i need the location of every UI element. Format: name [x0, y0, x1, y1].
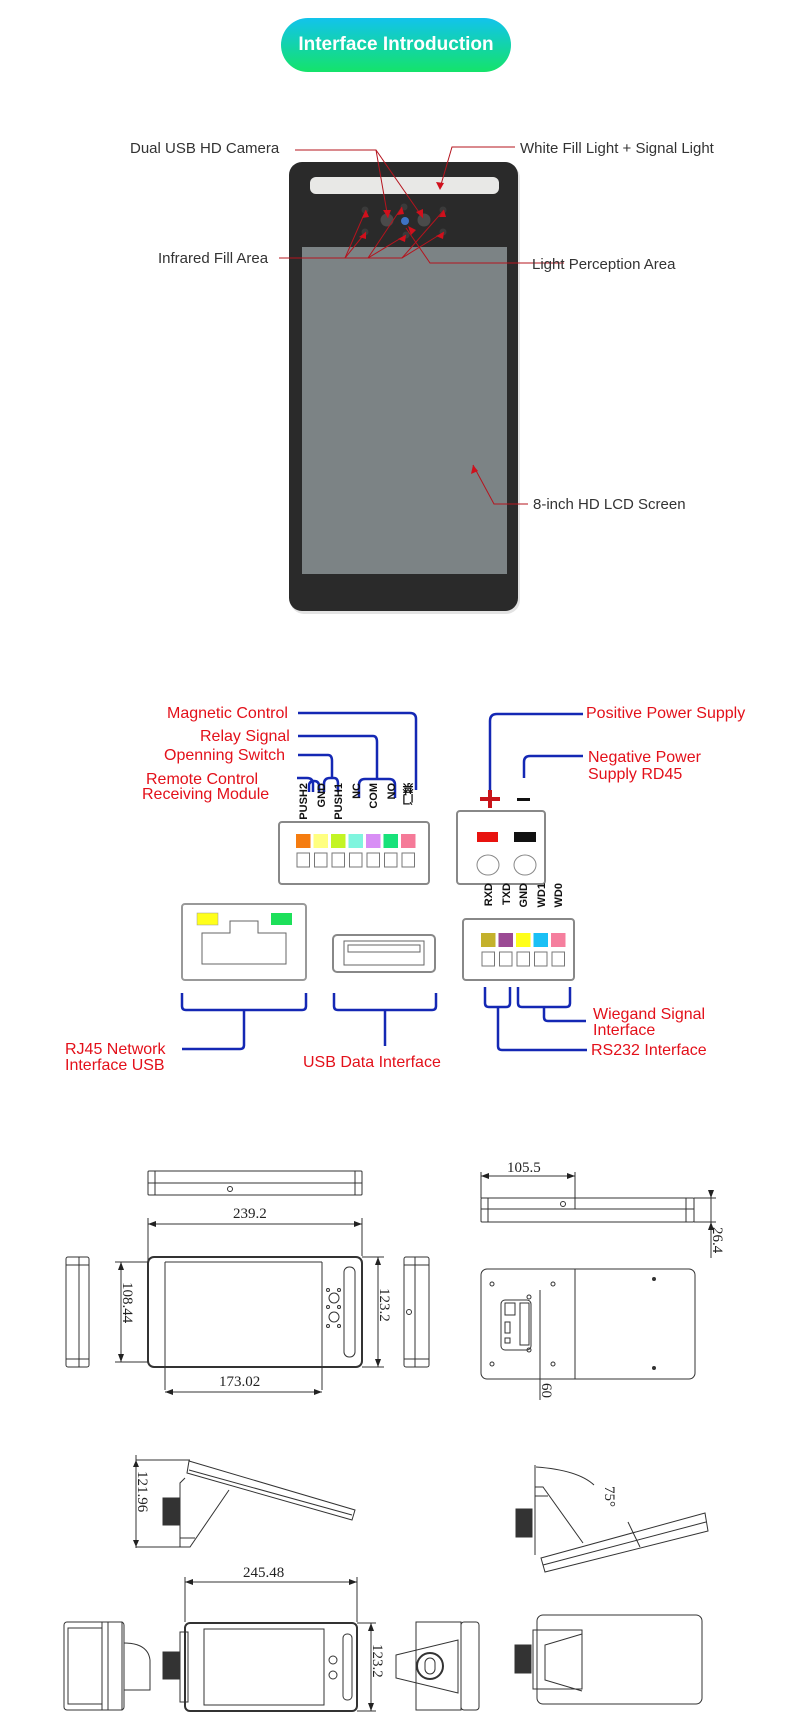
- positive-terminal-color: [477, 832, 498, 842]
- camera-right: [417, 213, 431, 227]
- dim-stand-height-front: 123.2: [369, 1644, 385, 1678]
- serial-terminal-pin-slot: [516, 951, 530, 967]
- serial-terminal-pin-slot: [551, 951, 565, 967]
- serial-terminal-pin-label: TXD: [500, 883, 513, 905]
- label-negative-power-1: Negative Power: [588, 749, 701, 766]
- label-opening-switch: Openning Switch: [164, 747, 285, 764]
- rj45-led-green: [271, 913, 292, 925]
- label-wiegand-1: Wiegand Signal: [593, 1006, 706, 1023]
- dim-depth: 26.4: [709, 1227, 725, 1254]
- dim-stand-height: 121.96: [134, 1471, 150, 1513]
- label-relay-signal: Relay Signal: [200, 728, 290, 745]
- serial-terminal-pin-slot: [481, 951, 495, 967]
- label-lcd-screen: 8-inch HD LCD Screen: [533, 496, 686, 513]
- label-dual-usb-camera: Dual USB HD Camera: [130, 140, 280, 157]
- label-magnetic-control: Magnetic Control: [167, 705, 288, 722]
- dim-mount-spacing: 60: [538, 1383, 554, 1398]
- serial-terminal-pin-color: [498, 933, 513, 947]
- label-white-fill-light: White Fill Light + Signal Light: [520, 140, 714, 157]
- serial-terminal-pin-slot: [534, 951, 548, 967]
- terminal-block-serial: [462, 918, 575, 981]
- serial-terminal-pin-slot: [499, 951, 513, 967]
- minus-icon: [517, 798, 530, 801]
- label-remote-control-2: Receiving Module: [142, 786, 270, 803]
- label-wiegand-2: Interface: [593, 1022, 656, 1039]
- dim-screen-width: 173.02: [219, 1374, 261, 1390]
- terminal-block-power: [456, 790, 546, 885]
- main-terminal-pin-color: [296, 834, 311, 848]
- main-terminal-pin-label: GND: [315, 783, 328, 808]
- main-terminal-pin-color: [313, 834, 328, 848]
- dim-front-height: 123.2: [376, 1288, 392, 1322]
- main-terminal-pin-slot: [296, 852, 310, 868]
- dim-back-offset: 105.5: [507, 1160, 541, 1176]
- label-positive-power: Positive Power Supply: [586, 705, 746, 722]
- main-terminal-pin-color: [383, 834, 398, 848]
- dim-front-height-inner: 108.44: [119, 1282, 135, 1324]
- serial-terminal-pin-color: [516, 933, 531, 947]
- rj45-led-yellow: [196, 912, 219, 926]
- main-terminal-pin-slot: [401, 852, 415, 868]
- main-terminal-pin-label: NC: [350, 783, 363, 799]
- main-terminal-pin-label: COM: [368, 783, 380, 809]
- main-terminal-pin-color: [401, 834, 416, 848]
- label-rs232: RS232 Interface: [591, 1042, 707, 1059]
- serial-terminal-pin-label: GND: [518, 883, 530, 908]
- plus-icon-v: [488, 790, 492, 808]
- light-sensor: [401, 217, 409, 225]
- serial-terminal-pin-color: [551, 933, 566, 947]
- main-terminal-pin-slot: [366, 852, 380, 868]
- main-terminal-pin-slot: [349, 852, 363, 868]
- main-terminal-pin-color: [348, 834, 363, 848]
- negative-terminal-color: [514, 832, 536, 842]
- main-terminal-pin-label: NO: [385, 783, 398, 800]
- main-terminal-pin-label: PUSH1: [333, 783, 345, 820]
- label-negative-power-2: Supply RD45: [588, 766, 683, 783]
- main-terminal-pin-slot: [384, 852, 398, 868]
- main-terminal-pin-label: 门禁: [403, 783, 415, 805]
- serial-terminal-pin-label: WD0: [553, 883, 565, 908]
- rj45-port: [181, 903, 307, 981]
- label-infrared-fill: Infrared Fill Area: [158, 250, 269, 267]
- main-terminal-pin-color: [331, 834, 346, 848]
- dimension-drawings: [63, 1170, 716, 1712]
- label-rj45-2: Interface USB: [65, 1057, 165, 1074]
- dim-front-width: 239.2: [233, 1206, 267, 1222]
- label-usb-data: USB Data Interface: [303, 1054, 441, 1071]
- serial-terminal-pin-color: [533, 933, 548, 947]
- main-terminal-pin-label: PUSH2: [298, 783, 310, 820]
- main-terminal-pin-slot: [331, 852, 345, 868]
- label-light-perception: Light Perception Area: [532, 256, 676, 273]
- main-terminal-pin-color: [366, 834, 381, 848]
- serial-terminal-pin-label: WD1: [535, 883, 548, 908]
- dim-stand-width: 245.48: [243, 1565, 285, 1581]
- serial-terminal-pin-label: RXD: [483, 883, 495, 907]
- dim-tilt-angle: 75°: [601, 1486, 617, 1507]
- usb-port: [332, 934, 436, 973]
- lcd-screen: [302, 247, 507, 574]
- label-rj45-1: RJ45 Network: [65, 1041, 166, 1058]
- device-front-view: [289, 162, 520, 614]
- serial-terminal-pin-color: [481, 933, 496, 947]
- main-terminal-pin-slot: [314, 852, 328, 868]
